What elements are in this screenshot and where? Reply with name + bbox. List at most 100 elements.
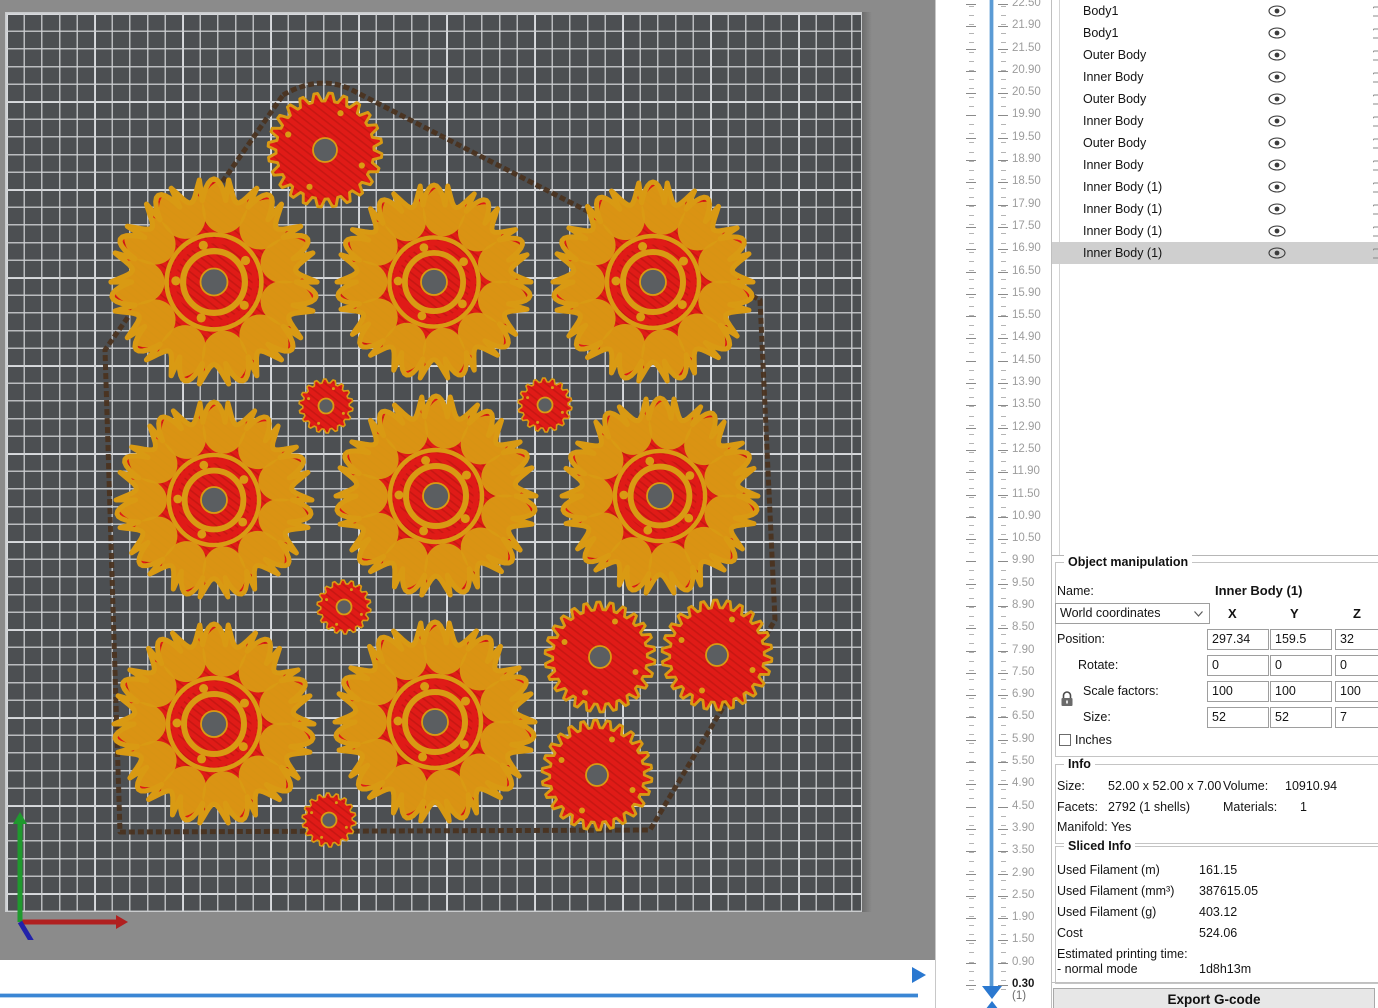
object-list-row[interactable]: Inner Body bbox=[1052, 66, 1378, 88]
eye-icon[interactable] bbox=[1268, 71, 1286, 83]
editor-icon[interactable] bbox=[1371, 26, 1378, 40]
object-list-row[interactable]: Inner Body (1) bbox=[1052, 176, 1378, 198]
layer-tick bbox=[969, 479, 974, 480]
layer-tick bbox=[969, 607, 974, 608]
move-slider-track[interactable] bbox=[0, 960, 935, 1008]
layer-slider-panel[interactable]: 22.50 21.90 21.50 20.90 20.50 19.90 19.50 18.90… bbox=[935, 0, 1051, 1008]
manip-field-z[interactable]: 32 bbox=[1335, 629, 1378, 650]
manip-field-z[interactable]: 7 bbox=[1335, 707, 1378, 728]
object-list-row[interactable]: Inner Body bbox=[1052, 110, 1378, 132]
layer-tick-major bbox=[966, 495, 976, 496]
layer-tick-label: 9.90 bbox=[1012, 554, 1035, 566]
inches-checkbox[interactable] bbox=[1059, 734, 1071, 746]
editor-icon[interactable] bbox=[1371, 224, 1378, 238]
manip-field-z[interactable]: 0 bbox=[1335, 655, 1378, 676]
move-slider-handle[interactable] bbox=[912, 963, 930, 987]
gear-large-r2c1[interactable] bbox=[108, 394, 320, 606]
info-volume-label: Volume: bbox=[1223, 779, 1269, 793]
editor-icon[interactable] bbox=[1371, 92, 1378, 106]
layer-tick bbox=[1001, 152, 1006, 153]
eye-icon[interactable] bbox=[1268, 225, 1286, 237]
eye-icon[interactable] bbox=[1268, 49, 1286, 61]
layer-slider-handle-upper[interactable] bbox=[980, 984, 1004, 1000]
object-list-row[interactable]: Inner Body bbox=[1052, 154, 1378, 176]
object-list-row[interactable]: Inner Body (1) bbox=[1052, 198, 1378, 220]
gear-med-br2[interactable] bbox=[654, 592, 780, 718]
gear-med-br3[interactable] bbox=[534, 712, 660, 838]
manip-field-x[interactable]: 297.34 bbox=[1207, 629, 1269, 650]
editor-icon[interactable] bbox=[1371, 202, 1378, 216]
gear-tiny-a[interactable] bbox=[291, 371, 361, 441]
layer-slider-handle-lower[interactable] bbox=[980, 1000, 1004, 1008]
manip-field-y[interactable]: 159.5 bbox=[1270, 629, 1332, 650]
gear-tiny-c[interactable] bbox=[309, 572, 379, 642]
object-list-row[interactable]: Inner Body (1) bbox=[1052, 220, 1378, 242]
manip-field-x[interactable]: 100 bbox=[1207, 681, 1269, 702]
eye-icon[interactable] bbox=[1268, 93, 1286, 105]
eye-icon[interactable] bbox=[1268, 27, 1286, 39]
editor-icon[interactable] bbox=[1371, 180, 1378, 194]
layer-tick-major bbox=[998, 472, 1008, 473]
object-list-row[interactable]: Body1 bbox=[1052, 22, 1378, 44]
object-list[interactable]: Body1 Body1 Outer Body Inner Body Outer Body… bbox=[1052, 0, 1378, 556]
gear-med-br1[interactable] bbox=[537, 594, 663, 720]
gear-large-r2c3[interactable] bbox=[554, 390, 766, 602]
editor-icon[interactable] bbox=[1371, 70, 1378, 84]
editor-icon[interactable] bbox=[1371, 48, 1378, 62]
manip-field-y[interactable]: 52 bbox=[1270, 707, 1332, 728]
layer-tick-label: 11.50 bbox=[1012, 488, 1040, 500]
lock-icon[interactable] bbox=[1060, 691, 1074, 707]
layer-tick bbox=[1001, 79, 1006, 80]
manip-field-y[interactable]: 100 bbox=[1270, 681, 1332, 702]
editor-icon[interactable] bbox=[1371, 4, 1378, 18]
eye-icon[interactable] bbox=[1268, 159, 1286, 171]
eye-icon[interactable] bbox=[1268, 5, 1286, 17]
layer-tick-label: 0.90 bbox=[1012, 956, 1035, 968]
eye-icon[interactable] bbox=[1268, 203, 1286, 215]
layer-tick bbox=[969, 388, 974, 389]
layer-tick-label: 13.50 bbox=[1012, 398, 1041, 410]
eye-icon[interactable] bbox=[1268, 181, 1286, 193]
layer-tick bbox=[969, 470, 974, 471]
editor-icon[interactable] bbox=[1371, 136, 1378, 150]
layer-tick bbox=[969, 270, 974, 271]
layer-tick-major bbox=[966, 896, 976, 897]
layer-tick bbox=[969, 188, 974, 189]
layer-slider-rail[interactable] bbox=[990, 0, 993, 990]
layer-tick bbox=[969, 780, 974, 781]
gear-tiny-b[interactable] bbox=[510, 370, 580, 440]
object-list-row[interactable]: Inner Body (1) bbox=[1052, 242, 1378, 264]
export-gcode-button[interactable]: Export G-code bbox=[1053, 988, 1375, 1008]
manip-field-y[interactable]: 0 bbox=[1270, 655, 1332, 676]
manip-field-z[interactable]: 100 bbox=[1335, 681, 1378, 702]
manip-field-x[interactable]: 52 bbox=[1207, 707, 1269, 728]
layer-tick bbox=[969, 261, 974, 262]
layer-tick-major bbox=[966, 584, 976, 585]
layer-tick-label: 8.90 bbox=[1012, 599, 1035, 611]
object-list-row[interactable]: Body1 bbox=[1052, 0, 1378, 22]
layer-tick-major bbox=[966, 740, 976, 741]
layer-tick-major bbox=[998, 918, 1008, 919]
gear-large-r1c1[interactable] bbox=[103, 171, 325, 393]
3d-viewport[interactable] bbox=[0, 0, 935, 960]
layer-tick-major bbox=[998, 874, 1008, 875]
object-list-row[interactable]: Outer Body bbox=[1052, 44, 1378, 66]
object-list-row[interactable]: Outer Body bbox=[1052, 132, 1378, 154]
editor-icon[interactable] bbox=[1371, 114, 1378, 128]
layer-tick bbox=[1001, 643, 1006, 644]
eye-icon[interactable] bbox=[1268, 137, 1286, 149]
gear-tiny-d[interactable] bbox=[294, 785, 364, 855]
coordinate-system-select[interactable]: World coordinates bbox=[1055, 603, 1210, 624]
layer-tick bbox=[1001, 980, 1006, 981]
editor-icon[interactable] bbox=[1371, 158, 1378, 172]
gear-large-r1c3[interactable] bbox=[545, 174, 761, 390]
editor-icon[interactable] bbox=[1371, 246, 1378, 260]
eye-icon[interactable] bbox=[1268, 115, 1286, 127]
layer-tick bbox=[969, 898, 974, 899]
eye-icon[interactable] bbox=[1268, 247, 1286, 259]
gear-large-r1c2[interactable] bbox=[329, 177, 539, 387]
layer-tick-label: 11.90 bbox=[1012, 465, 1040, 477]
manip-field-x[interactable]: 0 bbox=[1207, 655, 1269, 676]
object-list-row[interactable]: Outer Body bbox=[1052, 88, 1378, 110]
gear-large-r3c1[interactable] bbox=[106, 616, 322, 832]
